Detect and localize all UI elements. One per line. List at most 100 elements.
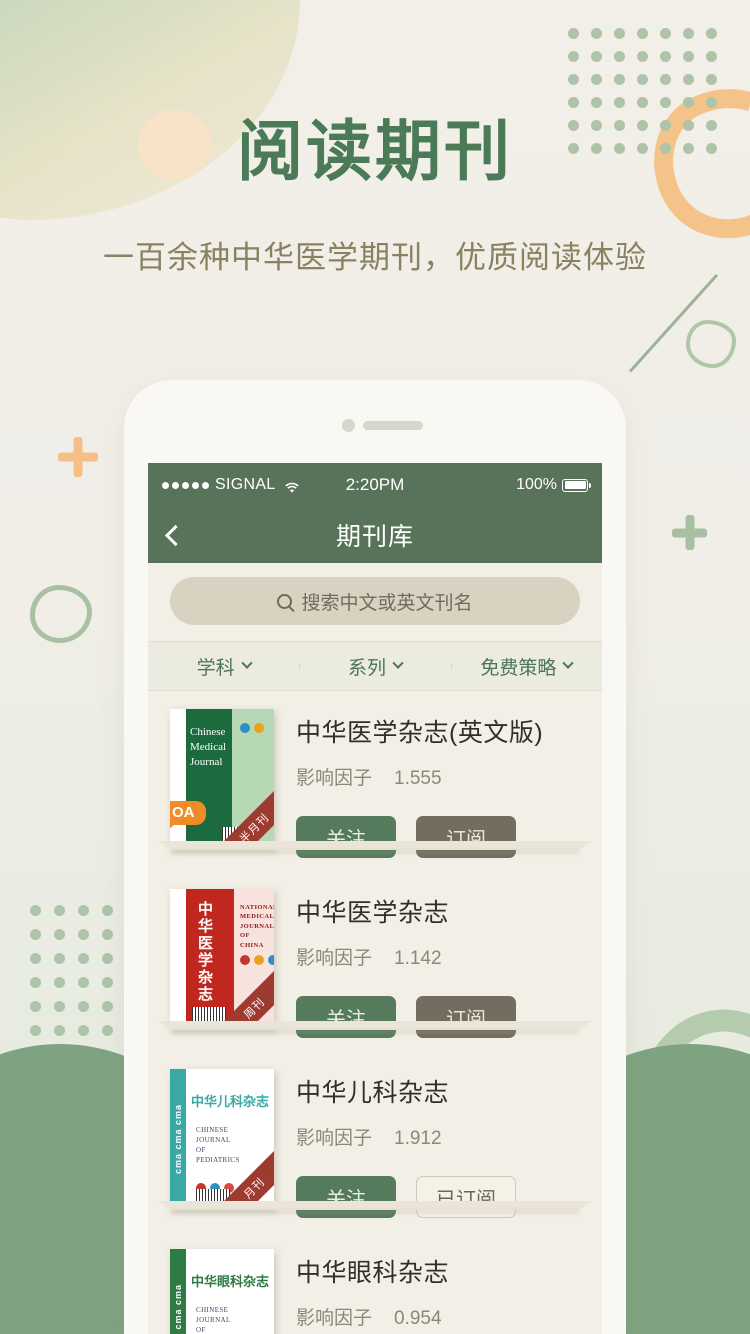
journal-cover[interactable]: cma cma cma 中华儿科杂志 CHINESE JOURNAL OF PEDIA…	[170, 1069, 274, 1209]
decor-dot	[102, 905, 113, 916]
chevron-down-icon	[241, 657, 253, 669]
cover-title-en: NATIONAL MEDICAL JOURNAL OF CHINA	[240, 904, 274, 949]
filter-subject[interactable]: 学科	[148, 653, 299, 680]
filter-bar: 学科 系列 免费策略	[148, 641, 602, 691]
journal-list-item[interactable]: cma cma cma 中华眼科杂志 CHINESEJOURNALOFOPHTH…	[148, 1231, 602, 1334]
decor-dot	[614, 97, 625, 108]
journal-cover[interactable]: Chinese Medical Journal 半月刊 OA	[170, 709, 274, 849]
promo-subheadline: 一百余种中华医学期刊，优质阅读体验	[103, 240, 647, 275]
impact-factor: 影响因子 1.555	[296, 768, 442, 789]
battery-percent-label: 100%	[516, 476, 557, 493]
journal-list-item[interactable]: cma cma cma 中华儿科杂志 CHINESE JOURNAL OF PEDIA…	[148, 1051, 602, 1231]
decor-dot	[637, 51, 648, 62]
shelf-divider	[158, 1201, 592, 1217]
decor-dot	[591, 97, 602, 108]
filter-free-policy[interactable]: 免费策略	[450, 653, 602, 680]
cover-title-en: Chinese Medical Journal	[190, 726, 227, 768]
filter-free-policy-label: 免费策略	[480, 657, 557, 679]
impact-factor-value: 1.555	[394, 768, 442, 789]
decor-dot	[614, 28, 625, 39]
decor-dot	[683, 74, 694, 85]
status-bar-right: 100%	[516, 476, 591, 494]
cover-title-en: CHINESEJOURNALOFOPHTHALMOLOGY	[196, 1306, 231, 1334]
decor-dot	[637, 97, 648, 108]
cover-logos	[240, 955, 274, 965]
journal-cover[interactable]: 中华医学杂志 NATIONAL MEDICAL JOURNAL OF CHINA 周刊	[170, 889, 274, 1029]
impact-factor-value: 1.912	[394, 1128, 442, 1149]
decor-dot	[102, 929, 113, 940]
decor-dot	[660, 97, 671, 108]
status-bar: SIGNAL 2:20PM 100%	[148, 463, 602, 507]
decor-dot	[54, 929, 65, 940]
cover-logos	[240, 723, 264, 733]
decor-dot	[637, 74, 648, 85]
decor-dot	[706, 28, 717, 39]
page-title: 期刊库	[335, 523, 414, 551]
decor-dot	[637, 28, 648, 39]
filter-series[interactable]: 系列	[299, 653, 450, 680]
decor-dot	[568, 74, 579, 85]
cover-title-en: CHINESE JOURNAL OF PEDIATRICS	[196, 1126, 240, 1165]
decor-dot	[660, 28, 671, 39]
decor-dot	[78, 1001, 89, 1012]
decor-dot	[706, 74, 717, 85]
decor-dot	[614, 74, 625, 85]
decor-dot	[78, 905, 89, 916]
decor-dot	[102, 1001, 113, 1012]
decor-dot	[591, 74, 602, 85]
impact-factor: 影响因子 1.912	[296, 1128, 442, 1149]
decor-dot	[614, 51, 625, 62]
impact-factor: 影响因子 1.142	[296, 948, 442, 969]
phone-camera-dot	[342, 419, 355, 432]
decor-dot	[54, 1025, 65, 1036]
filter-series-label: 系列	[347, 657, 386, 679]
journal-list: Chinese Medical Journal 半月刊 OA 中华医学杂志(英文版) …	[148, 691, 602, 1334]
filter-subject-label: 学科	[196, 657, 235, 679]
cover-spine-text: cma cma cma	[173, 1283, 183, 1334]
journal-title: 中华医学杂志	[296, 899, 450, 927]
impact-factor-value: 1.142	[394, 948, 442, 969]
decor-dot	[102, 977, 113, 988]
decor-dot	[102, 953, 113, 964]
decor-dot	[660, 74, 671, 85]
open-access-badge: OA	[170, 801, 206, 831]
search-input[interactable]: 搜索中文或英文刊名	[170, 577, 580, 625]
decor-dot	[78, 977, 89, 988]
decor-dot	[568, 97, 579, 108]
journal-list-item[interactable]: 中华医学杂志 NATIONAL MEDICAL JOURNAL OF CHINA 周刊 …	[148, 871, 602, 1051]
decor-plus-orange	[58, 437, 98, 477]
journal-info: 中华眼科杂志 影响因子0.954 关注 订阅	[274, 1249, 580, 1334]
journal-title: 中华儿科杂志	[296, 1079, 450, 1107]
decor-dot	[683, 97, 694, 108]
decor-dot	[706, 51, 717, 62]
search-icon	[277, 593, 293, 609]
chevron-down-icon	[392, 657, 404, 669]
decor-dot	[54, 905, 65, 916]
promo-screenshot: 阅读期刊 一百余种中华医学期刊，优质阅读体验 SIGNAL 2:20PM 100…	[0, 0, 750, 1334]
journal-list-item[interactable]: Chinese Medical Journal 半月刊 OA 中华医学杂志(英文版) …	[148, 691, 602, 871]
chevron-down-icon	[562, 657, 574, 669]
decor-dot	[683, 51, 694, 62]
decor-dot	[683, 28, 694, 39]
decor-dot	[78, 1025, 89, 1036]
journal-info: 中华医学杂志(英文版) 影响因子 1.555 关注 订阅	[274, 709, 580, 858]
decor-dot	[102, 1025, 113, 1036]
journal-info: 中华医学杂志 影响因子 1.142 关注 订阅	[274, 889, 580, 1038]
decor-dot	[30, 1001, 41, 1012]
battery-icon	[562, 478, 591, 492]
journal-title: 中华医学杂志(英文版)	[296, 719, 544, 747]
decor-dot	[54, 977, 65, 988]
decor-dot	[706, 97, 717, 108]
decor-dot	[78, 929, 89, 940]
decor-dot	[78, 953, 89, 964]
journal-cover[interactable]: cma cma cma 中华眼科杂志 CHINESEJOURNALOFOPHTH…	[170, 1249, 274, 1334]
cover-title-cn: 中华儿科杂志	[190, 1094, 269, 1109]
phone-screen: SIGNAL 2:20PM 100% 期刊库 搜索中文或英文刊名 学科 系列 免…	[148, 463, 602, 1334]
cover-title-cn: 中华眼科杂志	[190, 1274, 269, 1289]
decor-plus-green	[672, 515, 707, 550]
decor-dot	[568, 28, 579, 39]
shelf-divider	[158, 1021, 592, 1037]
decor-dot	[568, 51, 579, 62]
decor-dot	[591, 51, 602, 62]
decor-dot	[30, 953, 41, 964]
